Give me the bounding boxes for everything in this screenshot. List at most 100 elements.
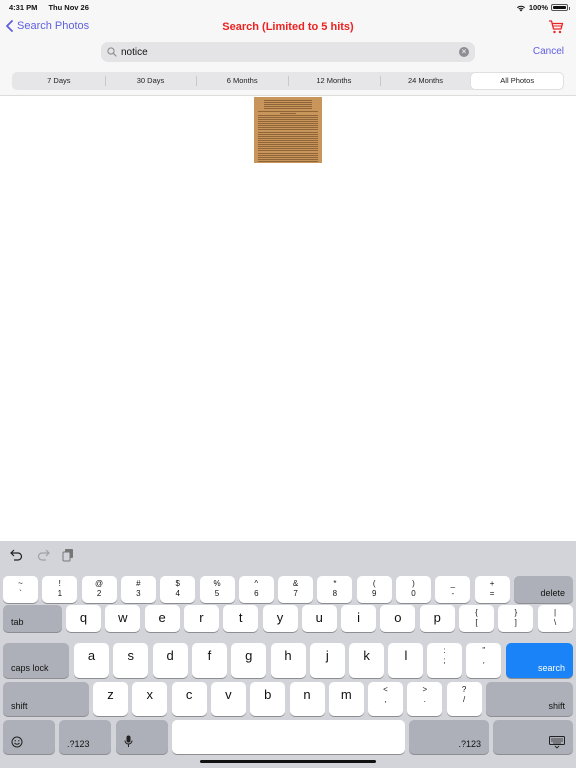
thumbnail-text-line	[258, 142, 318, 143]
redo-icon[interactable]	[36, 549, 50, 561]
key-label: c	[185, 687, 193, 702]
key-row2-symbol-1[interactable]: }]	[498, 605, 534, 632]
key-label-top: }	[514, 608, 518, 617]
key-a[interactable]: a	[74, 643, 109, 678]
key-label-top: *	[333, 579, 337, 588]
numbers-key-left[interactable]: .?123	[59, 720, 111, 754]
microphone-icon	[124, 735, 133, 747]
key-i[interactable]: i	[341, 605, 377, 632]
key-o[interactable]: o	[380, 605, 416, 632]
segment-7-days[interactable]: 7 Days	[13, 73, 105, 89]
search-field[interactable]: ×	[101, 42, 475, 62]
clear-search-button[interactable]: ×	[459, 47, 469, 57]
thumbnail-text-line	[258, 150, 318, 152]
key-row1-0[interactable]: ~ `	[3, 576, 38, 603]
caps-lock-key[interactable]: caps lock	[3, 643, 69, 678]
key-row1-7[interactable]: & 7	[278, 576, 314, 603]
segment-6-months[interactable]: 6 Months	[196, 73, 288, 89]
thumbnail-text-line	[258, 127, 318, 129]
dismiss-keyboard-key[interactable]	[493, 720, 573, 754]
key-row1-11[interactable]: _ -	[435, 576, 471, 603]
key-row1-8[interactable]: * 8	[317, 576, 353, 603]
paste-icon[interactable]	[62, 548, 74, 562]
dictation-key[interactable]	[116, 720, 168, 754]
key-j[interactable]: j	[309, 643, 345, 678]
key-row1-10[interactable]: ) 0	[396, 576, 431, 603]
key-row1-6[interactable]: ^ 6	[238, 576, 274, 603]
key-k[interactable]: k	[349, 643, 385, 678]
battery-percent: 100%	[528, 3, 548, 12]
key-row1-3[interactable]: #3	[120, 576, 156, 603]
search-results-grid	[0, 97, 576, 541]
segment-all-photos[interactable]: All Photos	[471, 73, 564, 89]
key-c[interactable]: c	[171, 682, 207, 716]
key-x[interactable]: x	[132, 682, 168, 716]
segment-30-days[interactable]: 30 Days	[104, 73, 197, 89]
tab-key[interactable]: tab	[3, 605, 62, 632]
key-row1-1[interactable]: ! 1	[42, 576, 78, 603]
shift-right-key[interactable]: shift	[486, 682, 573, 716]
key-row1-4[interactable]: $4	[160, 576, 196, 603]
undo-icon[interactable]	[10, 549, 24, 561]
key-label: l	[404, 648, 408, 663]
key-row2-symbol-2[interactable]: | \	[537, 605, 573, 632]
key-row2-symbol-0[interactable]: {[	[459, 605, 494, 632]
thumbnail-text-line	[258, 110, 318, 112]
shift-left-key[interactable]: shift	[3, 682, 89, 716]
key-row4-symbol-0[interactable]: <,	[368, 682, 403, 716]
key-row3-symbol-0[interactable]: :;	[427, 643, 462, 678]
space-key[interactable]	[172, 720, 405, 754]
key-g[interactable]: g	[231, 643, 267, 678]
key-z[interactable]: z	[93, 682, 128, 716]
key-m[interactable]: m	[328, 682, 364, 716]
key-r[interactable]: r	[183, 605, 219, 632]
key-label-bottom: 5	[214, 589, 220, 598]
key-t[interactable]: t	[223, 605, 259, 632]
key-row3-symbol-1[interactable]: ",	[466, 643, 502, 678]
key-label: b	[264, 687, 272, 702]
key-n[interactable]: n	[289, 682, 325, 716]
numbers-key-right[interactable]: .?123	[409, 720, 489, 754]
thumbnail-text-line	[264, 100, 312, 101]
key-row1-2[interactable]: @2	[81, 576, 117, 603]
key-row4-symbol-1[interactable]: >.	[407, 682, 443, 716]
segment-24-months[interactable]: 24 Months	[379, 73, 472, 89]
key-label: x	[146, 687, 154, 702]
key-row1-9[interactable]: (9	[356, 576, 392, 603]
key-u[interactable]: u	[301, 605, 337, 632]
emoji-key[interactable]	[3, 720, 55, 754]
page-title: Search (Limited to 5 hits)	[222, 21, 354, 33]
thumbnail-text-line	[264, 108, 312, 110]
key-label-bottom: `	[19, 589, 22, 598]
key-label: .?123	[458, 739, 481, 749]
thumbnail-text-line	[280, 112, 296, 114]
search-input[interactable]	[121, 46, 459, 58]
key-row1-12[interactable]: + =	[474, 576, 510, 603]
cancel-button[interactable]: Cancel	[533, 46, 564, 57]
key-p[interactable]: p	[419, 605, 455, 632]
cart-button[interactable]	[548, 20, 564, 39]
key-label-bottom: -	[451, 589, 455, 598]
key-b[interactable]: b	[250, 682, 286, 716]
key-label-bottom: 6	[254, 589, 259, 598]
photo-thumbnail[interactable]	[254, 97, 322, 163]
key-row4-symbol-2[interactable]: ? /	[446, 682, 482, 716]
key-l[interactable]: l	[388, 643, 424, 678]
key-h[interactable]: h	[270, 643, 306, 678]
key-d[interactable]: d	[152, 643, 188, 678]
key-s[interactable]: s	[113, 643, 149, 678]
segment-12-months[interactable]: 12 Months	[288, 73, 380, 89]
key-e[interactable]: e	[144, 605, 180, 632]
key-f[interactable]: f	[191, 643, 227, 678]
on-screen-keyboard: ~ `! 1 @2 #3 $4% 5 ^ 6 & 7 * 8(9) 0 _ - + = delete tab q w e r t…	[0, 541, 576, 768]
key-v[interactable]: v	[210, 682, 246, 716]
key-label-top: "	[482, 646, 486, 655]
key-q[interactable]: q	[66, 605, 101, 632]
key-w[interactable]: w	[105, 605, 141, 632]
key-label: j	[325, 648, 329, 663]
search-key[interactable]: search	[506, 643, 573, 678]
key-row1-5[interactable]: % 5	[199, 576, 235, 603]
key-y[interactable]: y	[262, 605, 298, 632]
key-label-bottom: 3	[136, 589, 141, 598]
delete-key[interactable]: delete	[514, 576, 573, 603]
